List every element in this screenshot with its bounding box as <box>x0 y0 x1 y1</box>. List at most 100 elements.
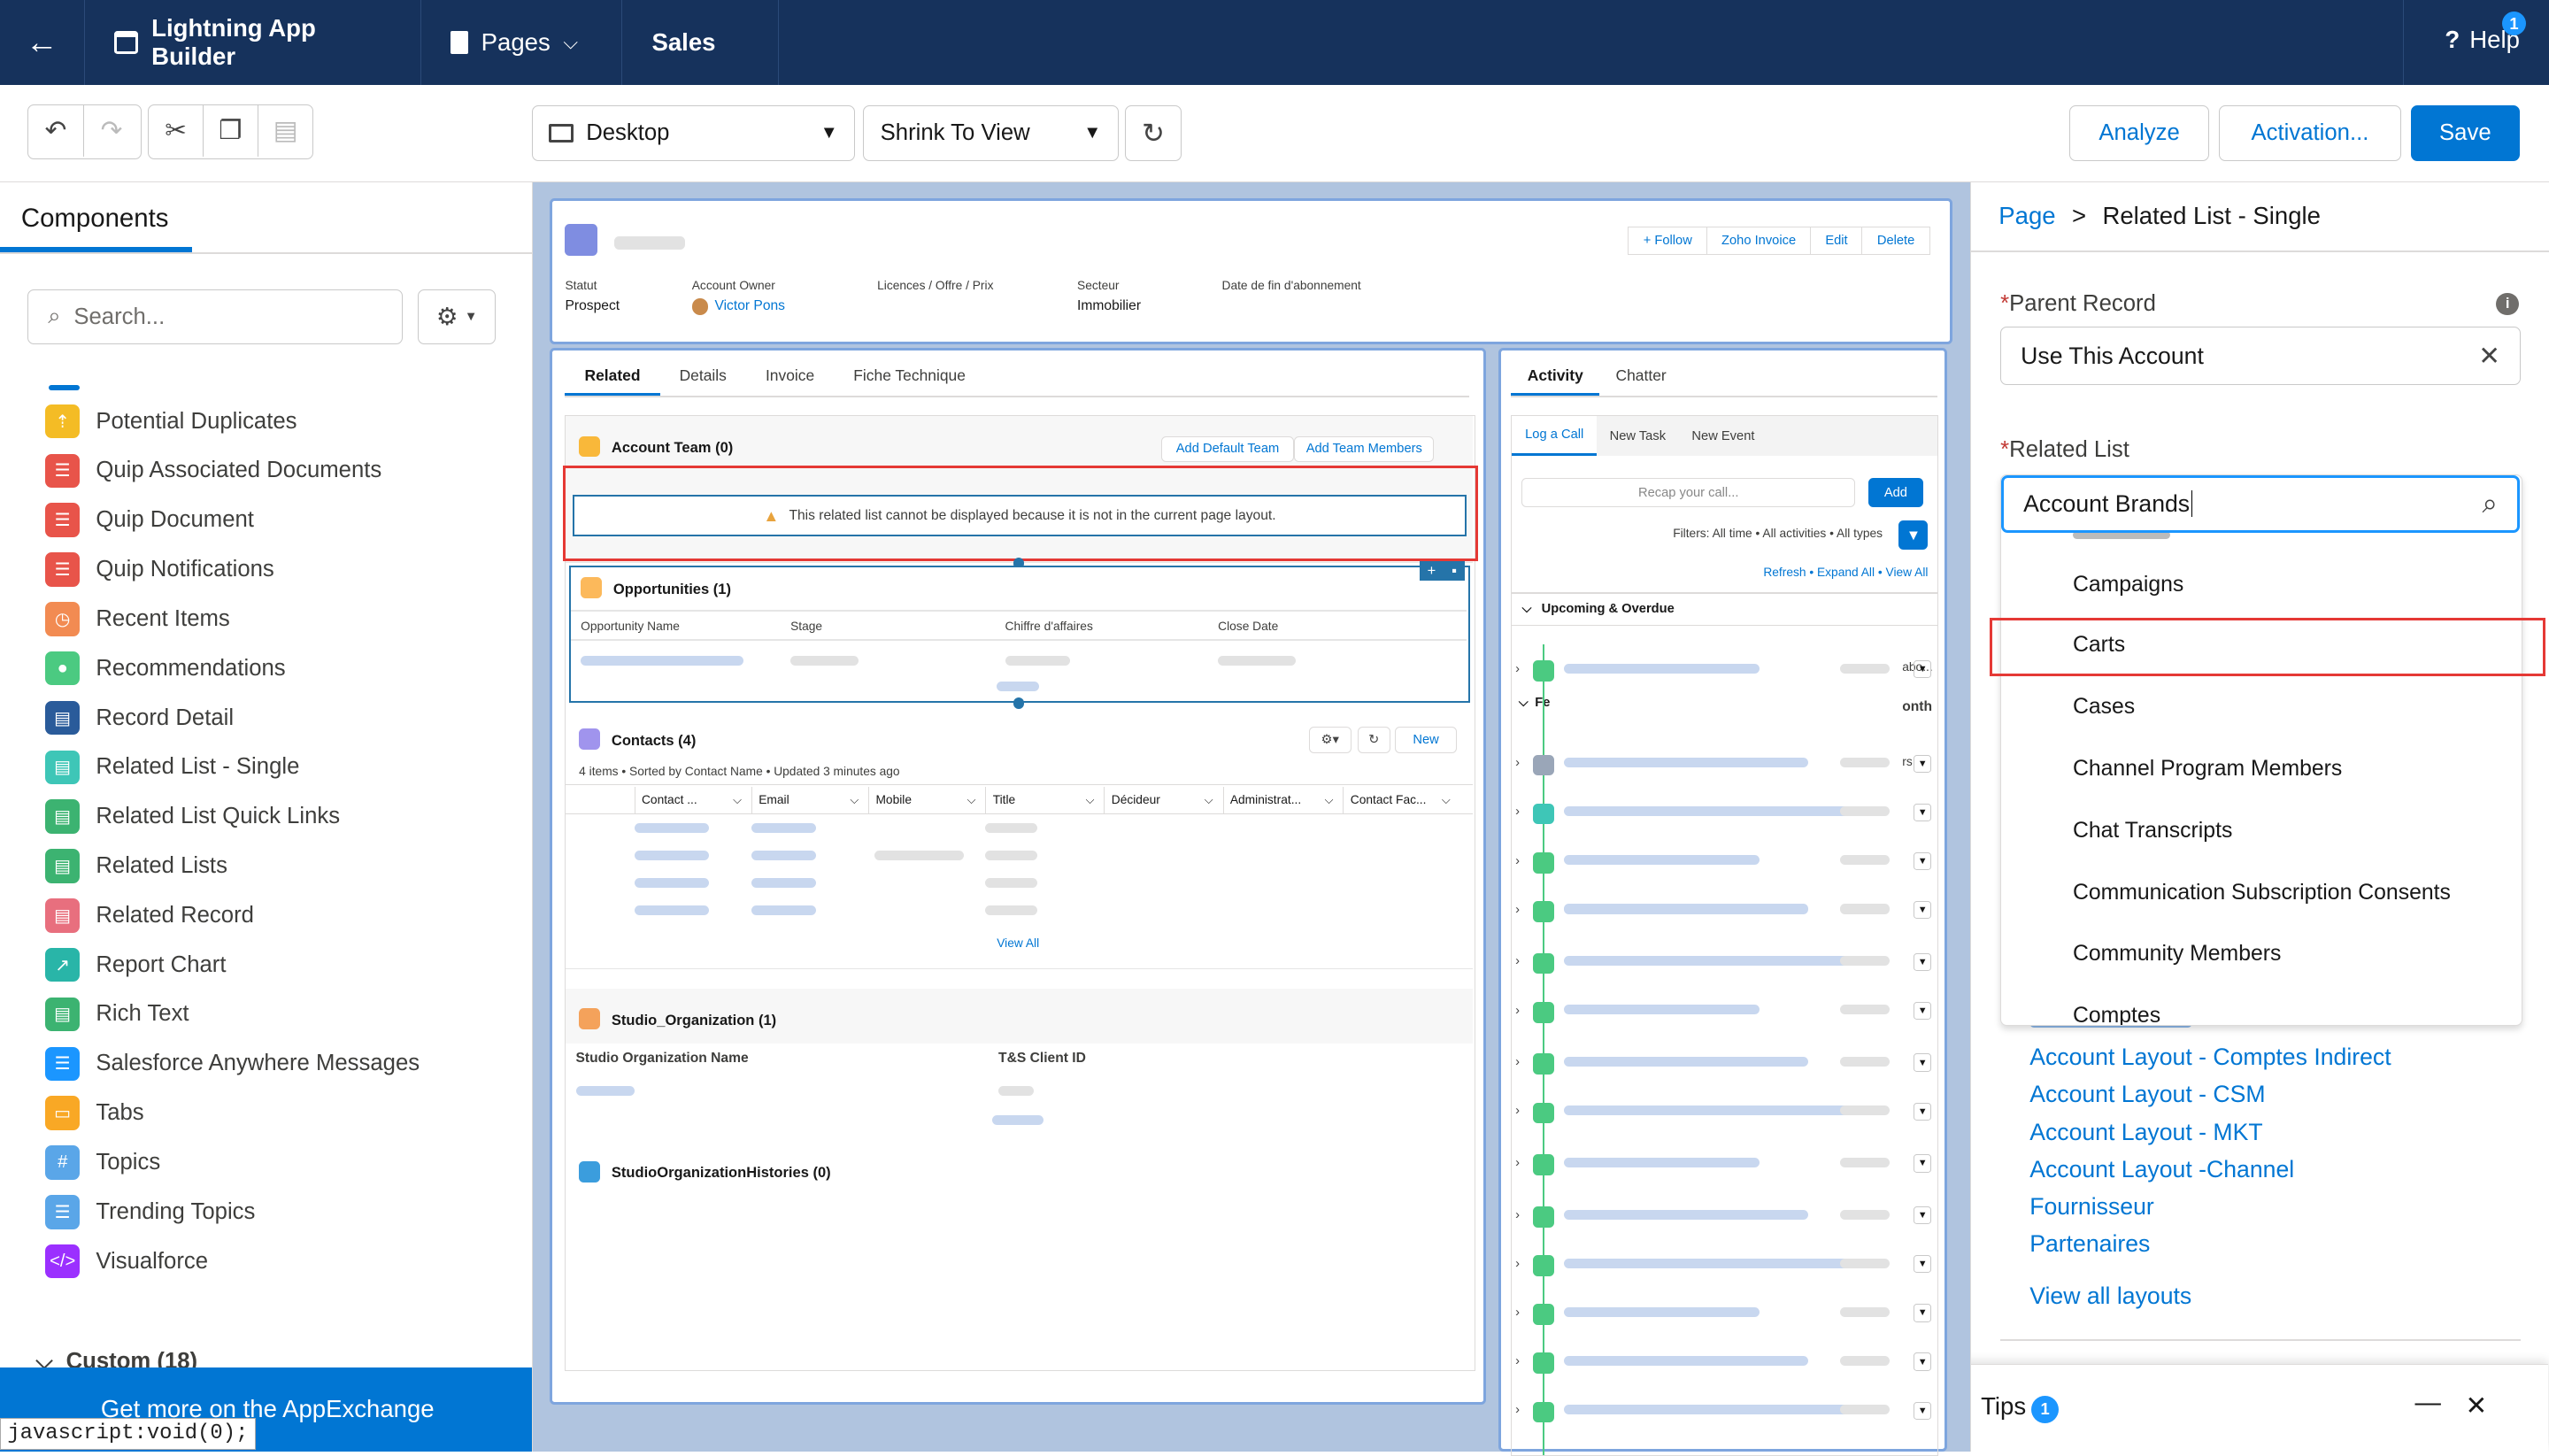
undo-icon[interactable]: ↶ <box>28 104 84 158</box>
record-header[interactable]: + Follow Zoho Invoice Edit Delete Statut Pro… <box>549 198 1952 345</box>
column-header[interactable]: Administrat... ⌵ <box>1222 787 1340 813</box>
list-settings-button[interactable]: ⚙▾ <box>1308 727 1352 753</box>
clear-icon[interactable]: ✕ <box>2478 341 2500 372</box>
copy-icon[interactable]: ❐ <box>204 104 258 158</box>
activation-button[interactable]: Activation... <box>2219 105 2401 161</box>
dropdown-option[interactable]: Cases <box>2073 695 2135 720</box>
chevron-right-icon[interactable]: › <box>1515 1055 1520 1069</box>
opportunities-card[interactable]: Opportunities (1) + ▪ Opportunity Name Sta… <box>569 561 1470 703</box>
chevron-right-icon[interactable]: › <box>1515 1208 1520 1222</box>
row-menu-button[interactable]: ▼ <box>1914 1304 1932 1322</box>
resize-handle[interactable] <box>1013 697 1025 710</box>
settings-menu-button[interactable]: ⚙ ▼ <box>418 289 497 345</box>
analyze-button[interactable]: Analyze <box>2069 105 2210 161</box>
layout-link[interactable]: Fournisseur <box>2029 1193 2154 1221</box>
delete-icon[interactable]: ▪ <box>1452 562 1457 580</box>
component-item[interactable]: </> Visualforce <box>0 1236 532 1286</box>
chevron-right-icon[interactable]: › <box>1515 903 1520 917</box>
dropdown-option[interactable]: Comptes <box>2073 1004 2160 1025</box>
chevron-right-icon[interactable]: › <box>1515 954 1520 968</box>
dropdown-option[interactable]: Campaigns <box>2073 573 2183 597</box>
tab-invoice[interactable]: Invoice <box>746 366 834 396</box>
record-action-button[interactable]: Zoho Invoice <box>1706 227 1812 255</box>
help-button[interactable]: ? Help 1 <box>2445 11 2527 54</box>
device-select[interactable]: Desktop ▼ <box>531 105 856 161</box>
component-item[interactable]: ● Recommendations <box>0 643 532 693</box>
component-item[interactable]: ☰ Quip Associated Documents <box>0 446 532 496</box>
related-list-combobox[interactable]: Account Brands ⌕ <box>2001 475 2521 533</box>
column-header[interactable]: Contact ... ⌵ <box>634 787 749 813</box>
component-search-box[interactable]: ⌕ Search... <box>27 289 404 345</box>
row-menu-button[interactable]: ▼ <box>1914 1053 1932 1072</box>
component-item[interactable]: ▤ Record Detail <box>0 693 532 743</box>
save-button[interactable]: Save <box>2410 105 2520 161</box>
components-tab[interactable]: Components <box>21 204 169 234</box>
view-all-layouts-link[interactable]: View all layouts <box>2029 1283 2191 1310</box>
chevron-right-icon[interactable]: › <box>1515 662 1520 676</box>
row-menu-button[interactable]: ▼ <box>1914 1352 1932 1371</box>
chevron-right-icon[interactable]: › <box>1515 756 1520 770</box>
chevron-right-icon[interactable]: › <box>1515 1306 1520 1320</box>
row-menu-button[interactable]: ▼ <box>1914 1154 1932 1173</box>
pages-menu[interactable]: Pages ⌵ <box>421 0 623 85</box>
chevron-right-icon[interactable]: › <box>1515 1104 1520 1118</box>
redo-icon[interactable]: ↷ <box>84 105 139 158</box>
chevron-right-icon[interactable]: › <box>1515 1354 1520 1368</box>
refresh-list-button[interactable]: ↻ <box>1357 727 1390 753</box>
component-item[interactable]: ☰ Quip Document <box>0 496 532 545</box>
contacts-view-all-link[interactable]: View All <box>997 936 1039 950</box>
tab-activity[interactable]: Activity <box>1511 366 1600 397</box>
row-menu-button[interactable]: ▼ <box>1914 659 1932 679</box>
layout-link[interactable]: Account Layout - MKT <box>2029 1119 2262 1146</box>
cut-icon[interactable]: ✂ <box>149 104 204 158</box>
row-menu-button[interactable]: ▼ <box>1914 952 1932 971</box>
chevron-right-icon[interactable]: › <box>1515 854 1520 868</box>
component-item[interactable]: ▤ Rich Text <box>0 990 532 1039</box>
layout-link[interactable]: Account Layout - CSM <box>2029 1081 2265 1108</box>
row-menu-button[interactable]: ▼ <box>1914 851 1932 870</box>
component-actions[interactable]: + ▪ <box>1419 561 1466 582</box>
layout-link[interactable]: Partenaires <box>2029 1230 2150 1258</box>
section-header[interactable]: ⌵ Fe <box>1519 696 1551 710</box>
column-header[interactable]: Mobile ⌵ <box>868 787 982 813</box>
row-menu-button[interactable]: ▼ <box>1914 1206 1932 1225</box>
row-menu-button[interactable]: ▼ <box>1914 1401 1932 1420</box>
add-default-team-button[interactable]: Add Default Team <box>1160 435 1295 462</box>
tab-chatter[interactable]: Chatter <box>1599 366 1683 396</box>
plus-icon[interactable]: + <box>1428 562 1436 580</box>
layout-link[interactable]: Account Layout -Channel <box>2029 1156 2294 1183</box>
component-item[interactable]: ☰ Trending Topics <box>0 1187 532 1236</box>
component-item[interactable]: ⇡ Potential Duplicates <box>0 397 532 446</box>
row-menu-button[interactable]: ▼ <box>1914 1255 1932 1274</box>
row-menu-button[interactable]: ▼ <box>1914 1001 1932 1020</box>
component-item[interactable]: ▭ Tabs <box>0 1089 532 1138</box>
column-header[interactable]: Décideur ⌵ <box>1104 787 1219 813</box>
upcoming-header[interactable]: ⌵ Upcoming & Overdue <box>1521 602 1674 616</box>
dropdown-option[interactable]: Chat Transcripts <box>2073 819 2232 844</box>
component-item[interactable]: ▤ Related List - Single <box>0 743 532 792</box>
add-team-members-button[interactable]: Add Team Members <box>1294 435 1435 462</box>
parent-record-field[interactable]: Use This Account ✕ <box>2000 327 2521 386</box>
new-contact-button[interactable]: New <box>1395 727 1457 753</box>
add-activity-button[interactable]: Add <box>1867 478 1924 508</box>
activity-subtab[interactable]: New Event <box>1679 416 1767 455</box>
dropdown-option[interactable]: Channel Program Members <box>2073 757 2342 782</box>
field-value[interactable]: Victor Pons <box>714 298 785 314</box>
component-item[interactable]: ◷ Recent Items <box>0 594 532 643</box>
column-header[interactable]: Contact Fac... ⌵ <box>1343 787 1457 813</box>
chevron-right-icon[interactable]: › <box>1515 1257 1520 1271</box>
column-header[interactable]: Title ⌵ <box>985 787 1100 813</box>
paste-icon[interactable]: ▤ <box>258 105 313 158</box>
dropdown-option[interactable]: Community Members <box>2073 942 2281 967</box>
row-menu-button[interactable]: ▼ <box>1914 803 1932 821</box>
dropdown-option[interactable]: Communication Subscription Consents <box>2073 881 2451 905</box>
layout-link[interactable]: Account Layout - Comptes Indirect <box>2029 1044 2391 1071</box>
chevron-right-icon[interactable]: › <box>1515 1156 1520 1170</box>
activity-links[interactable]: Refresh • Expand All • View All <box>1763 566 1928 579</box>
record-action-button[interactable]: Delete <box>1861 227 1930 255</box>
component-item[interactable]: ☰ Salesforce Anywhere Messages <box>0 1039 532 1089</box>
activity-subtab[interactable]: Log a Call <box>1512 416 1597 456</box>
tab-details[interactable]: Details <box>660 366 746 396</box>
back-arrow-icon[interactable]: ← <box>0 0 85 85</box>
refresh-button[interactable]: ↻ <box>1124 105 1182 161</box>
